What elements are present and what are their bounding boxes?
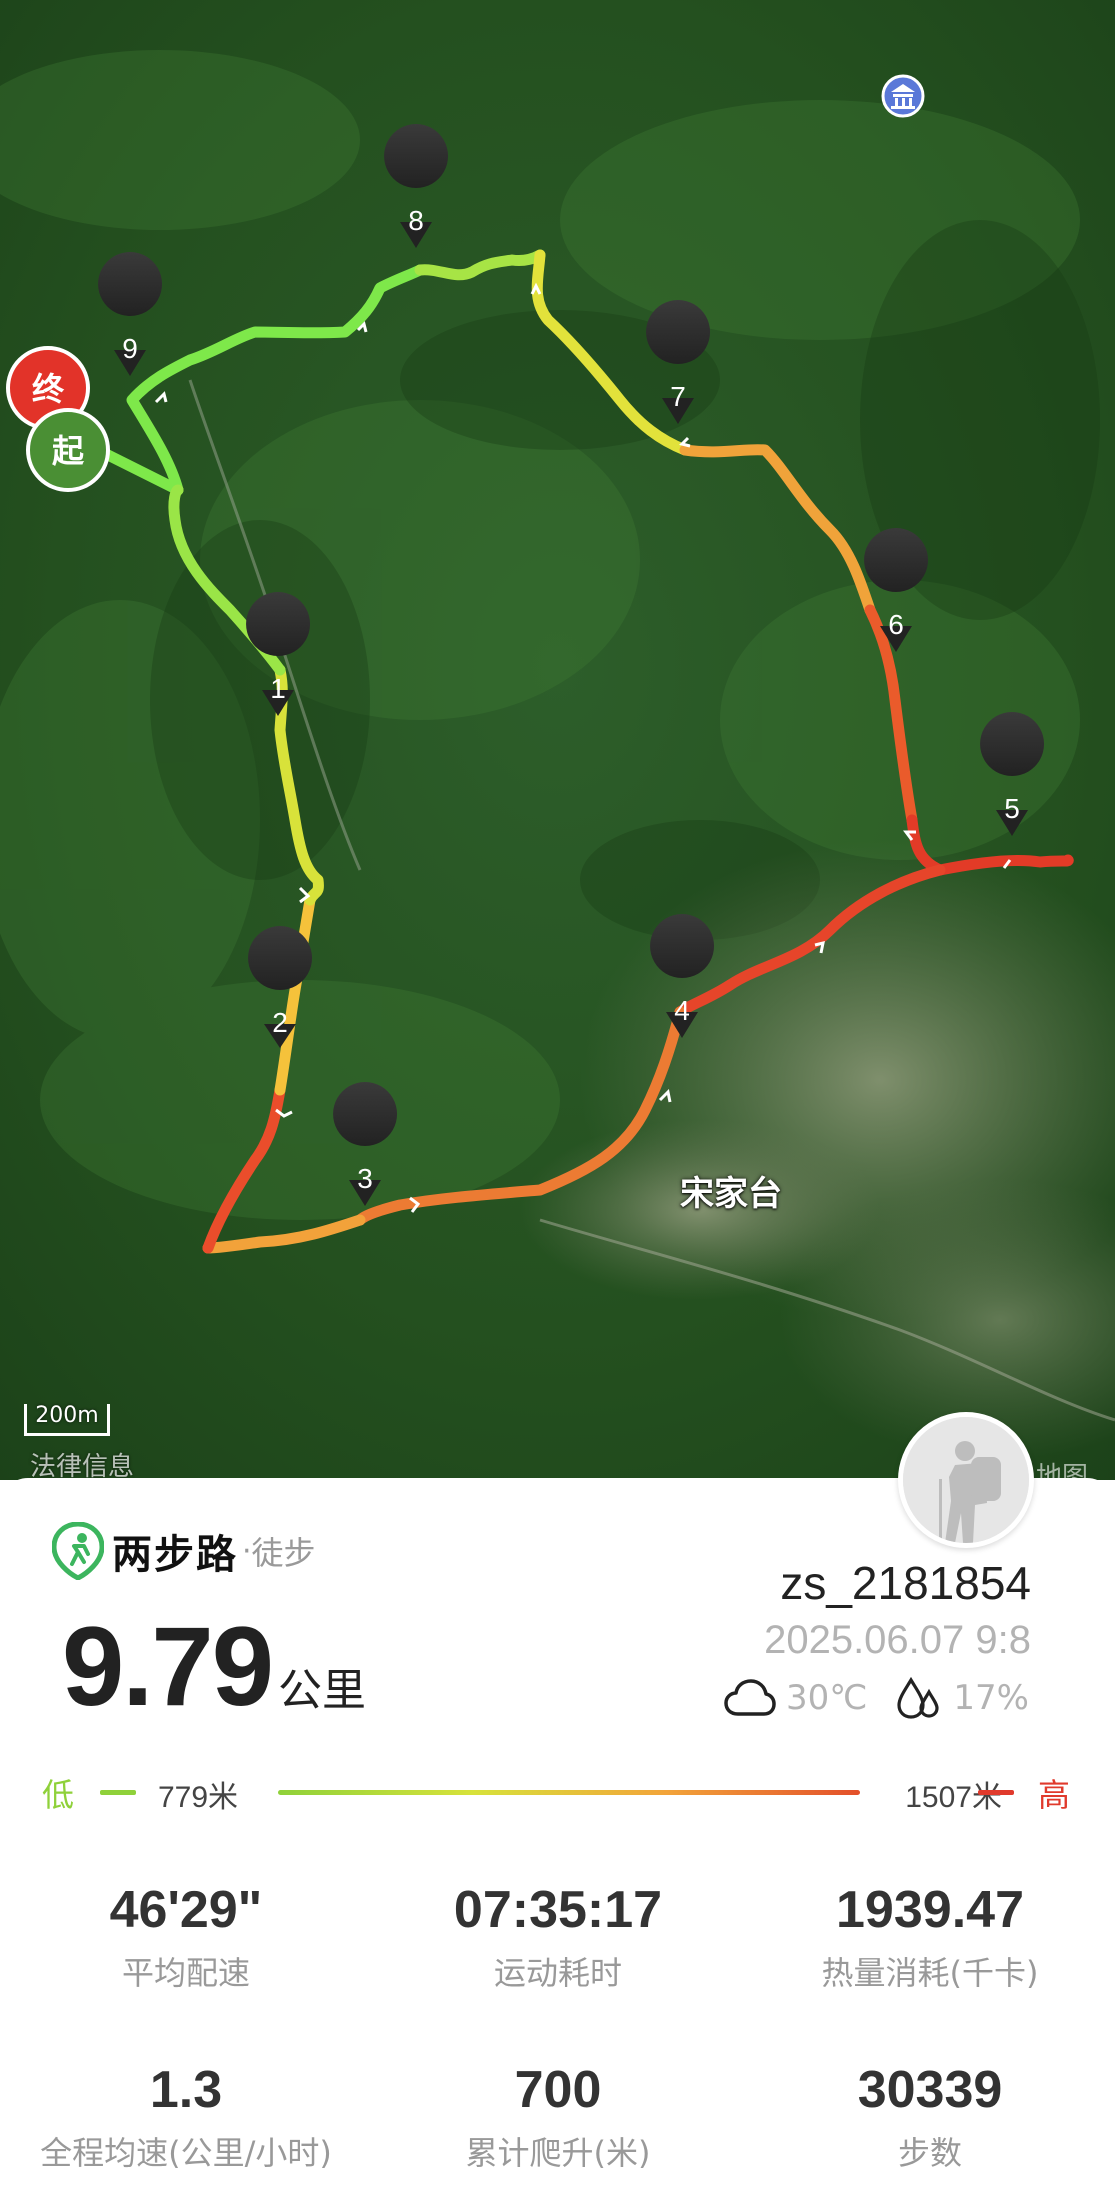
activity-type: 徒步 bbox=[251, 1534, 316, 1572]
temperature: 30℃ bbox=[785, 1678, 868, 1718]
distance-value: 9.79 bbox=[62, 1604, 274, 1729]
route-map[interactable]: 1 2 3 4 5 6 7 8 9 终 起 宋家台 200m 法律信息 地图 bbox=[0, 0, 1115, 1480]
stat-value: 46'29" bbox=[109, 1881, 263, 1939]
waypoint-label-7: 7 bbox=[670, 381, 686, 412]
end-marker-label: 终 bbox=[32, 370, 65, 408]
waypoint-label-4: 4 bbox=[674, 995, 690, 1026]
activity-datetime: 2025.06.07 9:8 bbox=[764, 1618, 1031, 1662]
stat-steps: 30339 步数 bbox=[744, 2060, 1115, 2174]
elevation-high-label: 高 bbox=[1038, 1776, 1071, 1814]
stat-label: 热量消耗(千卡) bbox=[821, 1954, 1039, 1992]
humidity: 17% bbox=[953, 1678, 1029, 1718]
waypoint-label-2: 2 bbox=[272, 1007, 288, 1038]
weather: 30℃ 17% bbox=[724, 1676, 1029, 1720]
avatar[interactable] bbox=[898, 1412, 1034, 1548]
stat-value: 07:35:17 bbox=[453, 1881, 663, 1939]
elevation-low-value: 779米 bbox=[158, 1781, 239, 1814]
elevation-low-swatch bbox=[100, 1790, 136, 1795]
distance: 9.79 公里 bbox=[62, 1602, 366, 1731]
stat-ascent: 700 累计爬升(米) bbox=[372, 2060, 744, 2174]
stat-label: 累计爬升(米) bbox=[465, 2134, 651, 2172]
start-marker[interactable]: 起 bbox=[26, 408, 110, 492]
stat-calories: 1939.47 热量消耗(千卡) bbox=[744, 1880, 1115, 1994]
waypoint-label-6: 6 bbox=[888, 609, 904, 640]
stat-value: 700 bbox=[514, 2061, 602, 2119]
stat-label: 平均配速 bbox=[121, 1954, 250, 1992]
hiker-avatar-icon bbox=[903, 1417, 1029, 1543]
scale-bar: 200m bbox=[24, 1404, 110, 1436]
stat-value: 30339 bbox=[857, 2061, 1003, 2119]
waypoint-label-1: 1 bbox=[270, 673, 286, 704]
satellite-map: 1 2 3 4 5 6 7 8 9 终 起 bbox=[0, 0, 1115, 1480]
place-name-label: 宋家台 bbox=[680, 1174, 782, 1214]
map-watermark: 地图 bbox=[1036, 1462, 1089, 1480]
humidity-drops-icon bbox=[897, 1676, 940, 1719]
waypoint-label-5: 5 bbox=[1004, 793, 1020, 824]
waypoint-label-8: 8 bbox=[408, 205, 424, 236]
two-steps-logo-icon bbox=[52, 1522, 104, 1580]
stat-avg-speed: 1.3 全程均速(公里/小时) bbox=[0, 2060, 372, 2174]
start-marker-label: 起 bbox=[52, 432, 85, 470]
stat-avg-pace: 46'29" 平均配速 bbox=[0, 1880, 372, 1994]
distance-unit: 公里 bbox=[277, 1665, 366, 1716]
stat-label: 全程均速(公里/小时) bbox=[40, 2134, 332, 2172]
waypoint-label-9: 9 bbox=[122, 333, 138, 364]
legal-info-link[interactable]: 法律信息 bbox=[30, 1446, 134, 1480]
cloud-icon bbox=[724, 1679, 776, 1716]
elevation-legend: 低 779米 1507米 高 bbox=[42, 1770, 1077, 1814]
stat-label: 步数 bbox=[897, 2134, 962, 2172]
stat-label: 运动耗时 bbox=[493, 1954, 622, 1992]
waypoint-label-3: 3 bbox=[357, 1163, 373, 1194]
temple-icon[interactable] bbox=[881, 74, 925, 118]
stat-duration: 07:35:17 运动耗时 bbox=[372, 1880, 744, 1994]
stat-value: 1.3 bbox=[149, 2061, 223, 2119]
elevation-low-label: 低 bbox=[42, 1776, 75, 1814]
brand: 两步路 · 徒步 bbox=[52, 1522, 316, 1580]
stat-value: 1939.47 bbox=[836, 1881, 1024, 1939]
elevation-gradient-bar bbox=[278, 1790, 860, 1795]
brand-separator: · bbox=[242, 1533, 252, 1569]
elevation-high-swatch bbox=[978, 1790, 1014, 1795]
brand-name: 两步路 bbox=[112, 1532, 238, 1578]
username[interactable]: zs_2181854 bbox=[780, 1556, 1031, 1610]
